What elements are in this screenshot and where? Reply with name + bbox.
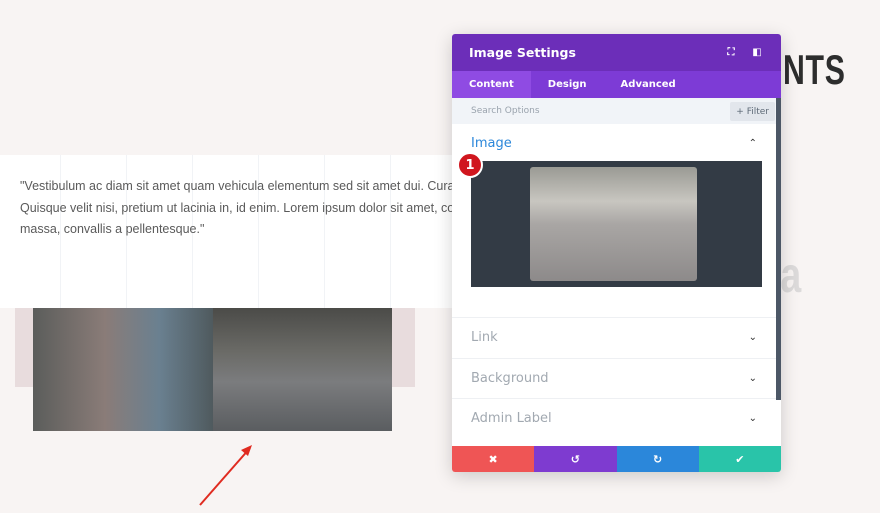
modal-footer: ✖ ↺ ↻ ✔ [452,446,781,472]
scrollbar[interactable] [776,98,781,400]
street-photo [213,308,392,431]
tab-advanced[interactable]: Advanced [604,71,693,98]
tab-bar: Content Design Advanced [452,71,781,98]
tab-design[interactable]: Design [531,71,604,98]
quote-line: "Vestibulum ac diam sit amet quam vehicu… [20,179,452,193]
quote-line: massa, convallis a pellentesque." [20,222,205,236]
split-view-icon[interactable]: ◧ [750,47,764,58]
image-thumbnail [530,167,697,281]
red-arrow-icon [199,445,252,506]
section-admin-label[interactable]: Admin Label ⌄ [452,398,781,439]
undo-button[interactable]: ↺ [534,446,617,472]
quote-text: "Vestibulum ac diam sit amet quam vehicu… [20,176,452,241]
chevron-up-icon[interactable]: ⌃ [749,138,757,149]
search-placeholder: Search Options [471,106,540,116]
discard-button[interactable]: ✖ [452,446,535,472]
section-image-title[interactable]: Image [471,136,762,151]
chevron-down-icon: ⌄ [748,372,757,384]
chevron-down-icon: ⌄ [748,413,757,425]
modal-title: Image Settings [469,45,576,60]
modal-header: Image Settings ⛶ ◧ [452,34,781,71]
search-options-input[interactable]: Search Options + Filter [452,98,781,124]
section-link[interactable]: Link ⌄ [452,317,781,358]
image-upload-preview[interactable] [471,161,762,287]
filter-button[interactable]: + Filter [730,102,775,121]
section-label: Link [471,330,498,346]
redo-button[interactable]: ↻ [616,446,699,472]
save-button[interactable]: ✔ [698,446,781,472]
couple-photo [33,308,213,431]
chevron-down-icon: ⌄ [748,332,757,344]
section-image: Image ⌃ [452,124,781,317]
image-settings-modal: Image Settings ⛶ ◧ Content Design Advanc… [452,34,781,472]
background-heading: NTS [783,46,846,93]
step-badge: 1 [457,152,483,178]
fullscreen-icon[interactable]: ⛶ [724,47,738,58]
section-background[interactable]: Background ⌄ [452,357,781,399]
tab-content[interactable]: Content [452,71,531,98]
section-label: Background [471,370,549,386]
section-label: Admin Label [471,411,552,427]
quote-line: Quisque velit nisi, pretium ut lacinia i… [20,200,452,215]
